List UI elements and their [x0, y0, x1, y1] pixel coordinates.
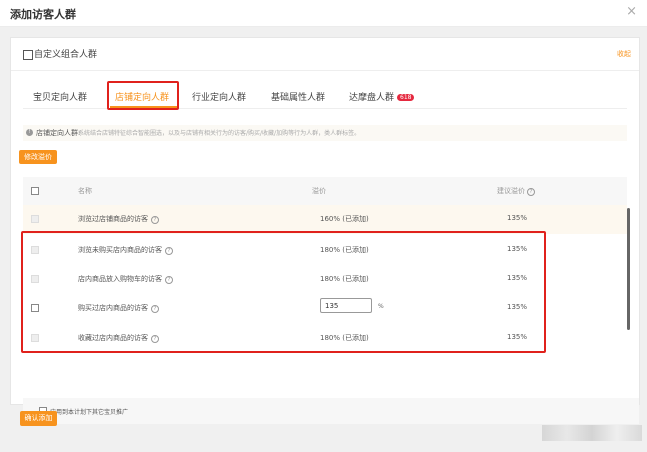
table-scrollbar[interactable]	[627, 208, 630, 330]
edit-premium-button[interactable]: 修改溢价	[19, 150, 57, 164]
info-notice: ! 店铺定向人群: 系统结合店铺特征综合智能圈选，以及与店铺有相关行为的访客/购…	[23, 125, 627, 141]
close-icon[interactable]: ×	[626, 4, 637, 19]
dialog-title: 添加访客人群	[10, 8, 76, 21]
row-checkbox	[31, 215, 39, 223]
tab-damopan-label: 达摩盘人群	[349, 93, 395, 103]
question-icon[interactable]: ?	[151, 216, 159, 224]
notice-text: 系统结合店铺特征综合智能圈选，以及与店铺有相关行为的访客/购买/收藏/加购等行为…	[78, 130, 361, 137]
apply-to-plan-option: 应用到本计划下其它宝贝推广	[23, 398, 639, 424]
apply-to-plan-label: 应用到本计划下其它宝贝推广	[50, 409, 129, 416]
row-suggested: 135%	[507, 214, 528, 222]
watermark	[542, 425, 642, 441]
question-icon[interactable]: ?	[527, 188, 535, 196]
row-name-text: 浏览过店铺商品的访客	[78, 215, 148, 223]
header-name: 名称	[78, 187, 92, 195]
confirm-add-button[interactable]: 确认添加	[20, 411, 57, 426]
panel-square-icon	[23, 50, 33, 60]
promo-badge: 618	[397, 94, 415, 101]
notice-label: 店铺定向人群:	[36, 129, 81, 137]
header-suggested-label: 建议溢价	[497, 187, 525, 195]
select-all-checkbox[interactable]	[31, 187, 39, 195]
add-visitor-crowd-dialog: 添加访客人群 × 自定义组合人群 收起 宝贝定向人群 店铺定向人群 行业定向人群…	[0, 0, 647, 452]
panel-header: 自定义组合人群 收起	[11, 38, 639, 71]
table-header: 名称 溢价 建议溢价?	[23, 177, 627, 205]
tab-item-crowd[interactable]: 宝贝定向人群	[33, 90, 87, 103]
row-premium: 160% (已添加)	[320, 215, 369, 223]
tab-damopan-crowd[interactable]: 达摩盘人群 618	[349, 90, 415, 103]
panel-title: 自定义组合人群	[34, 50, 98, 60]
tab-basic-label: 基础属性人群	[271, 93, 326, 103]
header-premium: 溢价	[312, 187, 326, 195]
highlight-box-tab	[107, 81, 179, 110]
table-row: 浏览过店铺商品的访客? 160% (已添加) 135%	[23, 205, 627, 234]
tab-industry-crowd[interactable]: 行业定向人群	[192, 90, 246, 103]
header-suggested: 建议溢价?	[497, 186, 535, 196]
info-icon: !	[26, 129, 33, 136]
row-name: 浏览过店铺商品的访客?	[78, 214, 159, 224]
highlight-box-rows	[21, 231, 546, 353]
dialog-header: 添加访客人群 ×	[0, 0, 647, 27]
collapse-link[interactable]: 收起	[617, 49, 631, 59]
tab-basic-attribute-crowd[interactable]: 基础属性人群	[271, 90, 325, 103]
